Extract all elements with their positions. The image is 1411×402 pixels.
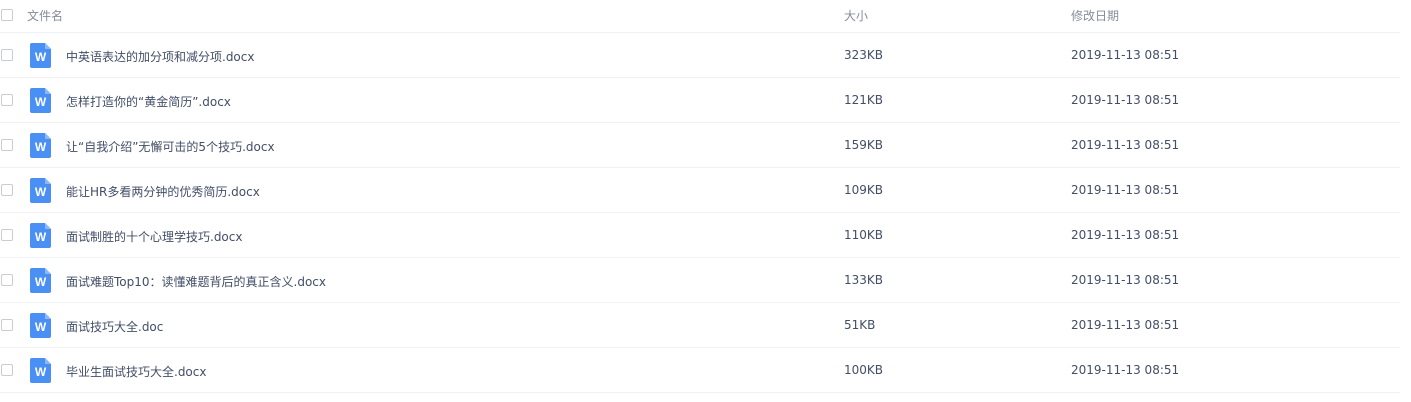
file-row[interactable]: W 怎样打造你的“黄金简历”.docx 121KB 2019-11-13 08:…: [0, 78, 1400, 123]
file-name[interactable]: 让“自我介绍”无懈可击的5个技巧.docx: [66, 138, 275, 155]
file-size: 159KB: [844, 138, 884, 152]
svg-text:W: W: [35, 185, 47, 199]
file-modified-date: 2019-11-13 08:51: [1071, 93, 1180, 107]
row-checkbox[interactable]: [1, 364, 13, 376]
row-checkbox[interactable]: [1, 49, 13, 61]
row-checkbox[interactable]: [1, 139, 13, 151]
file-list-header: 文件名 大小 修改日期: [0, 0, 1400, 33]
file-name[interactable]: 怎样打造你的“黄金简历”.docx: [66, 93, 231, 110]
file-name[interactable]: 中英语表达的加分项和减分项.docx: [66, 48, 254, 65]
file-modified-date: 2019-11-13 08:51: [1071, 183, 1180, 197]
column-header-name[interactable]: 文件名: [27, 7, 63, 24]
svg-text:W: W: [35, 230, 47, 244]
file-modified-date: 2019-11-13 08:51: [1071, 228, 1180, 242]
file-size: 323KB: [844, 48, 884, 62]
file-name[interactable]: 毕业生面试技巧大全.docx: [66, 363, 206, 380]
file-size: 51KB: [844, 318, 876, 332]
svg-text:W: W: [35, 140, 47, 154]
svg-text:W: W: [35, 275, 47, 289]
word-doc-icon: W: [30, 268, 51, 293]
word-doc-icon: W: [30, 223, 51, 248]
file-list: 文件名 大小 修改日期 W 中英语表达的加分项和减分项.docx 323KB 2…: [0, 0, 1400, 393]
svg-text:W: W: [35, 365, 47, 379]
select-all-checkbox[interactable]: [1, 9, 13, 21]
file-row[interactable]: W 让“自我介绍”无懈可击的5个技巧.docx 159KB 2019-11-13…: [0, 123, 1400, 168]
word-doc-icon: W: [30, 88, 51, 113]
word-doc-icon: W: [30, 313, 51, 338]
word-doc-icon: W: [30, 133, 51, 158]
row-checkbox[interactable]: [1, 94, 13, 106]
file-size: 110KB: [844, 228, 884, 242]
file-name[interactable]: 面试技巧大全.doc: [66, 318, 163, 335]
file-size: 109KB: [844, 183, 884, 197]
file-modified-date: 2019-11-13 08:51: [1071, 318, 1180, 332]
row-checkbox[interactable]: [1, 229, 13, 241]
file-name[interactable]: 面试制胜的十个心理学技巧.docx: [66, 228, 242, 245]
word-doc-icon: W: [30, 178, 51, 203]
file-row[interactable]: W 面试难题Top10：读懂难题背后的真正含义.docx 133KB 2019-…: [0, 258, 1400, 303]
column-header-date[interactable]: 修改日期: [1071, 7, 1119, 24]
file-modified-date: 2019-11-13 08:51: [1071, 48, 1180, 62]
file-size: 133KB: [844, 273, 884, 287]
file-name[interactable]: 能让HR多看两分钟的优秀简历.docx: [66, 183, 260, 200]
file-row[interactable]: W 毕业生面试技巧大全.docx 100KB 2019-11-13 08:51: [0, 348, 1400, 393]
file-row[interactable]: W 能让HR多看两分钟的优秀简历.docx 109KB 2019-11-13 0…: [0, 168, 1400, 213]
row-checkbox[interactable]: [1, 184, 13, 196]
row-checkbox[interactable]: [1, 319, 13, 331]
file-size: 100KB: [844, 363, 884, 377]
file-row[interactable]: W 面试制胜的十个心理学技巧.docx 110KB 2019-11-13 08:…: [0, 213, 1400, 258]
word-doc-icon: W: [30, 358, 51, 383]
svg-text:W: W: [35, 95, 47, 109]
file-modified-date: 2019-11-13 08:51: [1071, 363, 1180, 377]
word-doc-icon: W: [30, 43, 51, 68]
column-header-size[interactable]: 大小: [844, 7, 868, 24]
file-size: 121KB: [844, 93, 884, 107]
row-checkbox[interactable]: [1, 274, 13, 286]
svg-text:W: W: [35, 50, 47, 64]
file-modified-date: 2019-11-13 08:51: [1071, 138, 1180, 152]
svg-text:W: W: [35, 320, 47, 334]
file-modified-date: 2019-11-13 08:51: [1071, 273, 1180, 287]
file-name[interactable]: 面试难题Top10：读懂难题背后的真正含义.docx: [66, 273, 326, 290]
file-row[interactable]: W 中英语表达的加分项和减分项.docx 323KB 2019-11-13 08…: [0, 33, 1400, 78]
file-row[interactable]: W 面试技巧大全.doc 51KB 2019-11-13 08:51: [0, 303, 1400, 348]
